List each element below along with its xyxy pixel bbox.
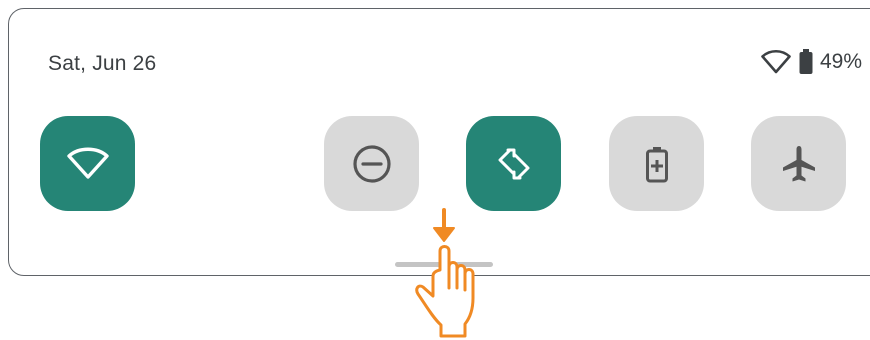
minus-circle-icon: [352, 144, 391, 183]
battery-icon: [799, 49, 813, 74]
airplane-icon: [782, 145, 815, 181]
wifi-outline-icon: [761, 49, 791, 74]
do-not-disturb-tile[interactable]: [324, 116, 419, 211]
swipe-down-hand-icon: [415, 208, 475, 338]
battery-plus-icon: [645, 146, 668, 182]
wifi-icon: [66, 147, 109, 179]
battery-percent: 49%: [819, 50, 862, 73]
date-label: Sat, Jun 26: [48, 52, 157, 75]
status-bar: 49%: [760, 48, 862, 76]
screen: Sat, Jun 26 49%: [0, 0, 870, 340]
wifi-tile[interactable]: [40, 116, 135, 211]
auto-rotate-tile[interactable]: [466, 116, 561, 211]
rotate-icon: [498, 148, 529, 179]
airplane-mode-tile[interactable]: [751, 116, 846, 211]
battery-saver-tile[interactable]: [609, 116, 704, 211]
